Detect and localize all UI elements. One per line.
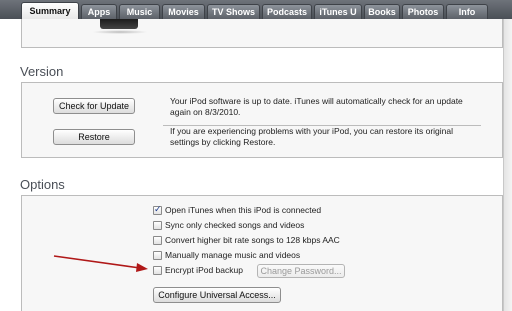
tab-photos[interactable]: Photos	[402, 4, 444, 19]
open-itunes-label: Open iTunes when this iPod is connected	[165, 205, 322, 215]
convert-bitrate-checkbox[interactable]	[153, 236, 162, 245]
restore-button[interactable]: Restore	[53, 129, 135, 145]
encrypt-backup-checkbox[interactable]	[153, 266, 162, 275]
annotation-arrow	[53, 255, 148, 272]
ipod-shadow	[92, 30, 148, 34]
vertical-scrollbar[interactable]	[503, 19, 512, 311]
check-for-update-button[interactable]: Check for Update	[53, 98, 135, 114]
convert-bitrate-label: Convert higher bit rate songs to 128 kbp…	[165, 235, 340, 245]
restore-info-line-2: settings by clicking Restore.	[170, 137, 276, 147]
restore-info-text: If you are experiencing problems with yo…	[170, 126, 480, 148]
version-section-title: Version	[20, 64, 64, 79]
options-section-title: Options	[20, 177, 65, 192]
tab-bar: Summary Apps Music Movies TV Shows Podca…	[0, 0, 512, 19]
encrypt-backup-label: Encrypt iPod backup	[165, 265, 243, 275]
tab-tv-shows[interactable]: TV Shows	[207, 4, 260, 19]
restore-info-line-1: If you are experiencing problems with yo…	[170, 126, 454, 136]
ipod-image	[100, 19, 138, 29]
manually-manage-label: Manually manage music and videos	[165, 250, 301, 260]
sync-checked-checkbox[interactable]	[153, 221, 162, 230]
tab-music[interactable]: Music	[119, 4, 160, 19]
tab-summary[interactable]: Summary	[21, 2, 79, 19]
change-password-button[interactable]: Change Password...	[257, 264, 345, 278]
tab-apps[interactable]: Apps	[81, 4, 117, 19]
open-itunes-checkbox[interactable]	[153, 204, 162, 215]
update-status-line-2: again on 8/3/2010.	[170, 107, 241, 117]
tab-podcasts[interactable]: Podcasts	[262, 4, 312, 19]
update-status-line-1: Your iPod software is up to date. iTunes…	[170, 96, 463, 106]
configure-universal-access-button[interactable]: Configure Universal Access...	[153, 287, 281, 303]
tab-books[interactable]: Books	[364, 4, 400, 19]
tab-info[interactable]: Info	[446, 4, 488, 19]
update-status-text: Your iPod software is up to date. iTunes…	[170, 96, 480, 118]
manually-manage-checkbox[interactable]	[153, 251, 162, 260]
sync-checked-label: Sync only checked songs and videos	[165, 220, 305, 230]
tab-movies[interactable]: Movies	[162, 4, 205, 19]
tab-itunes-u[interactable]: iTunes U	[314, 4, 362, 19]
